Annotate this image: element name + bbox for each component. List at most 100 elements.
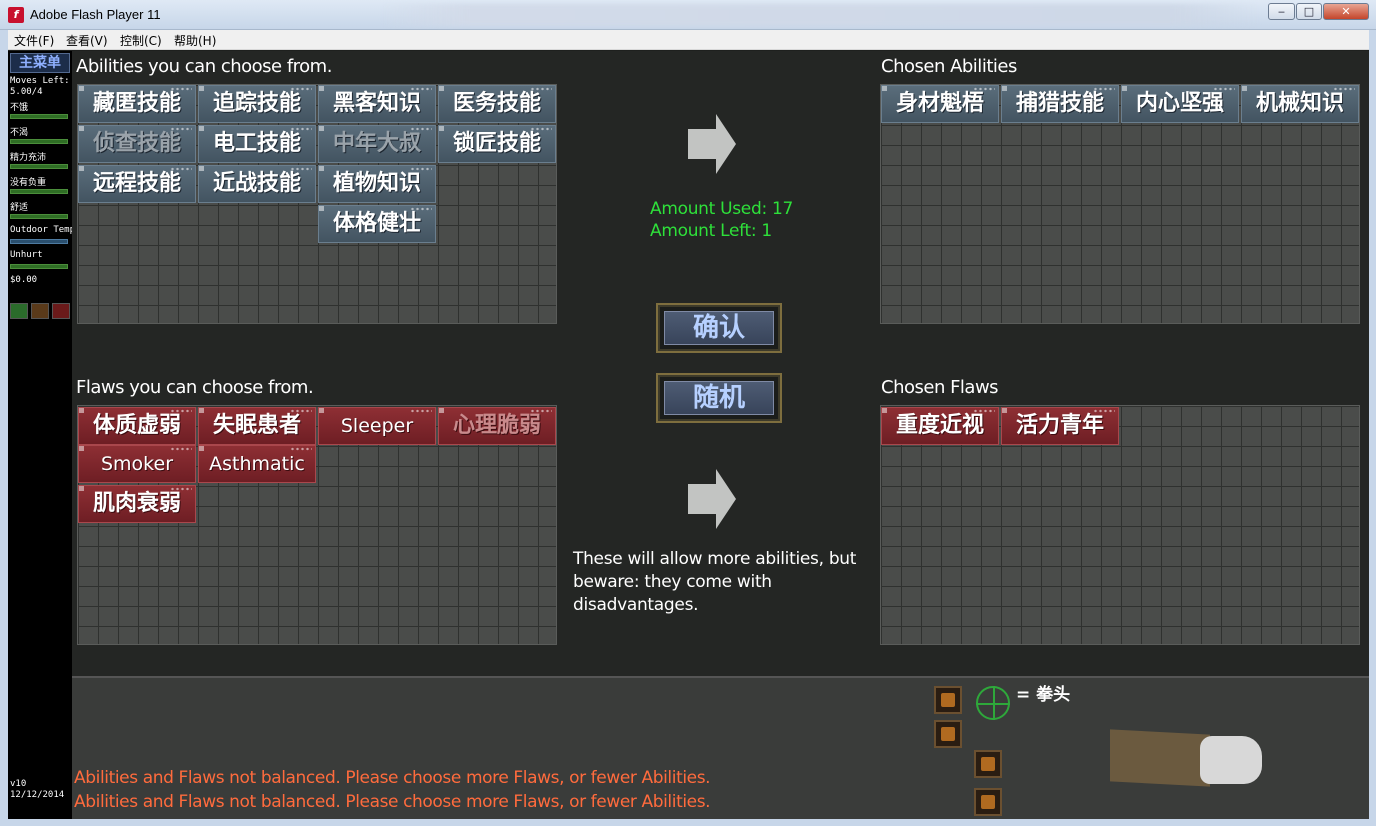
warning-message: Abilities and Flaws not balanced. Please… — [74, 792, 711, 812]
version-info: v10 12/12/2014 — [10, 779, 64, 801]
minimize-button[interactable]: ‒ — [1268, 3, 1295, 20]
chosen-ability-label: 身材魁梧 — [895, 91, 984, 116]
thirst-status: 不渴 — [10, 128, 29, 138]
ability-tile[interactable]: 黑客知识 — [318, 85, 436, 123]
character-creation-panel: Abilities you can choose from. Chosen Ab… — [72, 51, 1369, 676]
flaw-tile[interactable]: Sleeper — [318, 407, 436, 445]
ability-label: 电工技能 — [212, 131, 301, 156]
version-label: v10 — [10, 779, 27, 789]
ability-label: 远程技能 — [92, 171, 181, 196]
flash-player-icon: f — [8, 7, 24, 23]
chosen-flaws-title: Chosen Flaws — [881, 377, 999, 398]
random-button[interactable]: 随机 — [656, 373, 782, 423]
ability-tile[interactable]: 医务技能 — [438, 85, 556, 123]
ability-tile[interactable]: 藏匿技能 — [78, 85, 196, 123]
encumbrance-bar — [10, 189, 68, 194]
flaw-tile[interactable]: Asthmatic — [198, 445, 316, 483]
trash-icon[interactable] — [52, 303, 70, 319]
ability-label: 中年大叔 — [332, 131, 421, 156]
moves-left-value: 5.00/4 — [10, 87, 43, 97]
inventory-icon[interactable] — [10, 303, 28, 319]
ability-tile[interactable]: 追踪技能 — [198, 85, 316, 123]
flaw-label: 肌肉衰弱 — [92, 491, 181, 516]
energy-status: 精力充沛 — [10, 153, 47, 163]
chosen-flaw-tile[interactable]: 重度近视 — [881, 407, 999, 445]
menu-file[interactable]: 文件(F) — [14, 32, 54, 49]
ability-tile[interactable]: 植物知识 — [318, 165, 436, 203]
flaw-tile[interactable]: 肌肉衰弱 — [78, 485, 196, 523]
ability-label: 近战技能 — [212, 171, 301, 196]
close-button[interactable]: ✕ — [1323, 3, 1369, 20]
moves-left-label: Moves Left: — [10, 76, 70, 86]
amount-used: Amount Used: 17 — [650, 199, 794, 219]
flaws-title: Flaws you can choose from. — [76, 377, 314, 398]
crosshair-icon — [976, 686, 1010, 720]
ability-tile[interactable]: 侦查技能 — [78, 125, 196, 163]
right-arrow-icon — [688, 114, 736, 174]
ability-tile[interactable]: 体格健壮 — [318, 205, 436, 243]
window-frame-left — [0, 30, 8, 826]
health-status: Unhurt — [10, 250, 43, 260]
menu-bar: 文件(F) 查看(V) 控制(C) 帮助(H) — [8, 30, 1369, 50]
chosen-flaw-tile[interactable]: 活力青年 — [1001, 407, 1119, 445]
weapon-down-button[interactable] — [974, 788, 1002, 816]
window-titlebar: f Adobe Flash Player 11 ‒ □ ✕ — [0, 0, 1376, 30]
ability-label: 藏匿技能 — [92, 91, 181, 116]
ability-label: 体格健壮 — [332, 211, 421, 236]
flaws-hint-text: These will allow more abilities, but bew… — [573, 549, 857, 615]
scroll-up-button[interactable] — [934, 686, 962, 714]
flaw-label: Smoker — [100, 453, 174, 475]
confirm-button[interactable]: 确认 — [656, 303, 782, 353]
blurred-taskbar-strip — [380, 4, 1260, 26]
hunger-bar — [10, 114, 68, 119]
ability-label: 侦查技能 — [92, 131, 181, 156]
flaw-tile[interactable]: Smoker — [78, 445, 196, 483]
weapon-up-button[interactable] — [974, 750, 1002, 778]
chosen-ability-tile[interactable]: 身材魁梧 — [881, 85, 999, 123]
equipped-weapon-label: = 拳头 — [1016, 685, 1071, 705]
menu-control[interactable]: 控制(C) — [120, 32, 162, 49]
comfort-bar — [10, 214, 68, 219]
hunger-status: 不饿 — [10, 103, 29, 113]
warning-message: Abilities and Flaws not balanced. Please… — [74, 768, 711, 788]
ability-tile[interactable]: 中年大叔 — [318, 125, 436, 163]
chosen-ability-label: 内心坚强 — [1135, 91, 1224, 116]
flaw-label: 失眠患者 — [212, 413, 301, 438]
chosen-ability-label: 机械知识 — [1255, 91, 1344, 116]
ability-tile[interactable]: 近战技能 — [198, 165, 316, 203]
ability-tile[interactable]: 电工技能 — [198, 125, 316, 163]
flaw-tile[interactable]: 体质虚弱 — [78, 407, 196, 445]
chosen-ability-tile[interactable]: 捕猎技能 — [1001, 85, 1119, 123]
arm-sprite — [1110, 729, 1210, 787]
main-menu-button[interactable]: 主菜单 — [10, 53, 70, 73]
amount-left: Amount Left: 1 — [650, 221, 772, 241]
ability-label: 植物知识 — [332, 171, 421, 196]
energy-bar — [10, 164, 68, 169]
flaw-tile[interactable]: 心理脆弱 — [438, 407, 556, 445]
ability-label: 医务技能 — [452, 91, 541, 116]
fist-icon — [1200, 736, 1262, 784]
status-sidebar: 主菜单 Moves Left: 5.00/4 不饿 不渴 精力充沛 没有负重 舒… — [8, 51, 72, 819]
message-panel: Abilities and Flaws not balanced. Please… — [72, 676, 1369, 819]
right-arrow-icon — [688, 469, 736, 529]
craft-icon[interactable] — [31, 303, 49, 319]
maximize-button[interactable]: □ — [1296, 3, 1322, 20]
ability-tile[interactable]: 锁匠技能 — [438, 125, 556, 163]
chosen-flaw-label: 活力青年 — [1015, 413, 1104, 438]
encumbrance-status: 没有负重 — [10, 178, 47, 188]
menu-help[interactable]: 帮助(H) — [174, 32, 216, 49]
flaw-label: 心理脆弱 — [452, 413, 541, 438]
ability-tile[interactable]: 远程技能 — [78, 165, 196, 203]
build-date: 12/12/2014 — [10, 790, 65, 800]
chosen-ability-tile[interactable]: 机械知识 — [1241, 85, 1359, 123]
fast-forward-button[interactable] — [934, 720, 962, 748]
ability-label: 追踪技能 — [212, 91, 301, 116]
menu-view[interactable]: 查看(V) — [66, 32, 108, 49]
flaw-tile[interactable]: 失眠患者 — [198, 407, 316, 445]
chosen-ability-tile[interactable]: 内心坚强 — [1121, 85, 1239, 123]
health-bar — [10, 264, 68, 269]
abilities-title: Abilities you can choose from. — [76, 56, 332, 77]
chosen-ability-label: 捕猎技能 — [1015, 91, 1104, 116]
temperature-bar — [10, 239, 68, 244]
window-frame-right — [1369, 30, 1376, 826]
